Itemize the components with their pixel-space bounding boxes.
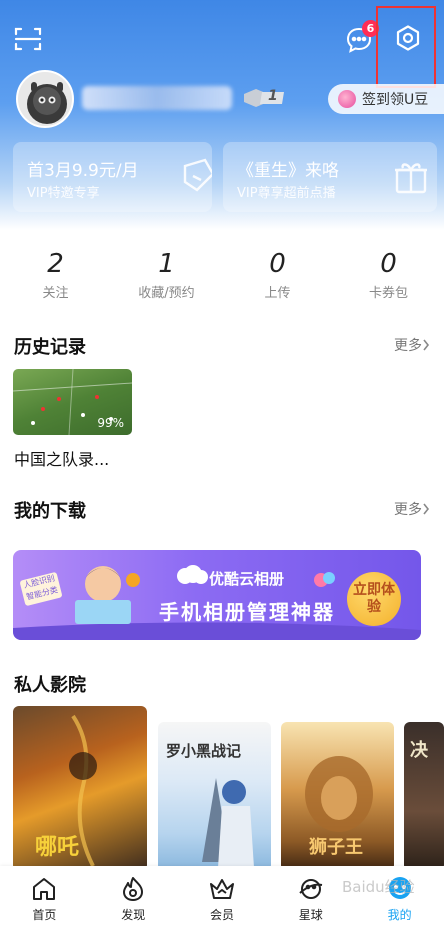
gift-icon: [395, 163, 427, 194]
settings-icon[interactable]: [394, 24, 422, 52]
stat-value: 2: [47, 249, 64, 279]
tab-discover[interactable]: 发现: [89, 866, 178, 931]
checkin-button[interactable]: 签到领U豆: [328, 84, 444, 114]
tab-vip[interactable]: 会员: [178, 866, 267, 931]
vip-offer-subtitle: VIP特邀专享: [27, 186, 100, 201]
username-blurred: [82, 86, 232, 110]
stat-value: 1: [158, 249, 175, 279]
history-section-title: 历史记录: [14, 337, 86, 358]
ubean-icon: [338, 90, 356, 108]
vip-premiere-title: 《重生》来咯: [237, 161, 339, 181]
banner-headline: 手机相册管理神器: [159, 600, 335, 624]
tab-label: 首页: [32, 908, 57, 922]
history-progress: 99%: [97, 416, 124, 430]
crown-icon: [209, 879, 234, 899]
tab-home[interactable]: 首页: [0, 866, 89, 931]
tab-label: 我的: [387, 908, 412, 922]
chevron-right-icon: [423, 503, 430, 515]
stat-label: 上传: [264, 286, 291, 301]
home-icon: [33, 878, 56, 900]
stat-label: 关注: [42, 286, 69, 301]
level-badge-icon: [244, 89, 284, 107]
banner-cta-button[interactable]: 立即体验: [347, 572, 401, 626]
downloads-section-title: 我的下载: [14, 501, 86, 522]
history-more-link[interactable]: 更多: [394, 335, 422, 355]
flame-icon: [123, 877, 144, 901]
vip-ticket-icon: [183, 158, 212, 192]
stat-following[interactable]: 2 关注: [0, 248, 111, 308]
poster-title: 狮子王: [309, 837, 363, 858]
downloads-more-link[interactable]: 更多: [394, 499, 422, 519]
stat-value: 0: [269, 249, 286, 279]
stats-row: 2 关注 1 收藏/预约 0 上传 0 卡券包: [0, 248, 444, 308]
poster-title: 哪吒: [35, 835, 80, 860]
tab-label: 发现: [121, 908, 146, 922]
poster-card[interactable]: 决: [404, 722, 444, 871]
poster-card[interactable]: 狮子王: [281, 722, 394, 871]
vip-premiere-card[interactable]: 《重生》来咯 VIP尊享超前点播: [223, 142, 437, 212]
level-number: 1: [268, 88, 278, 104]
cinema-section-title: 私人影院: [14, 675, 86, 696]
tab-label: 会员: [209, 908, 234, 922]
scan-icon[interactable]: [14, 26, 42, 52]
stat-label: 卡券包: [368, 286, 408, 301]
stat-favorites[interactable]: 1 收藏/预约: [111, 248, 222, 308]
planet-icon: [299, 879, 322, 899]
vip-offer-title: 首3月9.9元/月: [27, 161, 139, 181]
stat-label: 收藏/预约: [138, 286, 195, 301]
checkin-label: 签到领U豆: [362, 92, 429, 108]
stat-coupons[interactable]: 0 卡券包: [333, 248, 444, 308]
avatar[interactable]: [16, 70, 74, 128]
history-thumbnail[interactable]: 99%: [13, 369, 132, 435]
poster-title: 决: [410, 740, 428, 761]
vip-premiere-subtitle: VIP尊享超前点播: [237, 186, 336, 201]
stat-uploads[interactable]: 0 上传: [222, 248, 333, 308]
tab-label: 星球: [298, 908, 323, 922]
vip-offer-card[interactable]: 首3月9.9元/月 VIP特邀专享: [13, 142, 212, 212]
banner-brand: 优酷云相册: [209, 570, 285, 588]
poster-card[interactable]: 哪吒: [13, 706, 147, 871]
chevron-right-icon: [423, 339, 430, 351]
history-item-title[interactable]: 中国之队录...: [14, 446, 109, 470]
poster-card[interactable]: 罗小黑战记: [158, 722, 271, 871]
stat-value: 0: [380, 249, 397, 279]
watermark: Baidu经验: [342, 878, 415, 896]
poster-title: 罗小黑战记: [166, 742, 242, 760]
